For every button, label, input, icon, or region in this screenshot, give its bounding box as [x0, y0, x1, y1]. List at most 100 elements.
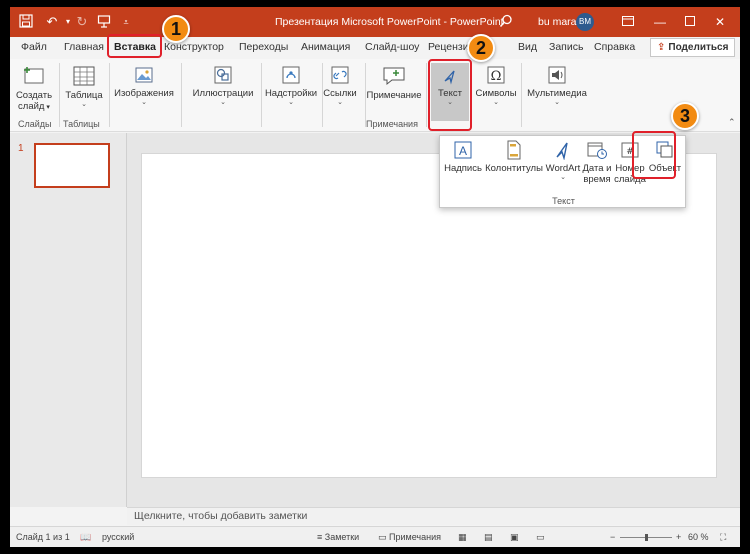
group-tables-label: Таблицы — [63, 119, 100, 129]
ribbon-options-icon[interactable] — [618, 12, 638, 32]
step-badge-1: 1 — [162, 15, 190, 43]
tab-review[interactable]: Рецензи — [428, 41, 469, 53]
zoom-slider[interactable] — [620, 534, 672, 541]
comments-toggle-button[interactable]: ▭ Примечания — [378, 532, 441, 543]
textbox-icon: A — [454, 141, 472, 159]
tab-file[interactable]: Файл — [21, 41, 47, 53]
tab-animations[interactable]: Анимация — [301, 41, 350, 53]
undo-icon[interactable]: ↶ — [44, 14, 60, 30]
svg-text:A: A — [459, 144, 467, 158]
links-button[interactable]: Ссылки ⌄ — [317, 65, 363, 107]
highlight-insert-tab — [107, 34, 162, 58]
share-button[interactable]: ⇪ Поделиться — [650, 38, 736, 57]
links-label: Ссылки — [323, 88, 357, 99]
new-slide-label-1: Создать — [15, 90, 53, 101]
illustrations-label: Иллюстрации — [192, 88, 254, 99]
header-footer-button[interactable]: Колонтитулы — [484, 140, 544, 174]
tab-help[interactable]: Справка — [594, 41, 635, 53]
images-button[interactable]: Изображения ⌄ — [112, 65, 176, 107]
tab-transitions[interactable]: Переходы — [239, 41, 288, 53]
wordart-icon — [556, 142, 568, 160]
group-comments-label: Примечания — [366, 119, 418, 129]
textbox-button[interactable]: A Надпись — [444, 140, 482, 174]
link-icon — [331, 66, 349, 84]
group-slides-label: Слайды — [18, 119, 52, 129]
present-icon[interactable] — [96, 14, 112, 30]
textbox-label: Надпись — [444, 163, 482, 174]
save-icon[interactable] — [18, 14, 34, 30]
tab-slideshow[interactable]: Слайд-шоу — [365, 41, 419, 53]
group-separator — [181, 63, 182, 127]
zoom-in-icon[interactable]: + — [676, 532, 681, 542]
tab-record[interactable]: Запись — [549, 41, 583, 53]
customize-toolbar-icon[interactable]: ⩡ — [118, 14, 134, 30]
symbols-label: Символы — [475, 88, 517, 99]
date-time-label-1: Дата и — [582, 163, 612, 174]
table-icon — [73, 66, 95, 86]
avatar[interactable]: BM — [576, 13, 594, 31]
slide-sorter-icon[interactable]: ▤ — [484, 532, 493, 543]
addins-icon — [282, 66, 300, 84]
title-bar: ↶ ▾ ↻ ⩡ Презентация Microsoft PowerPoint… — [10, 7, 740, 37]
minimize-icon[interactable]: — — [650, 12, 670, 32]
user-name[interactable]: bu mara — [538, 16, 577, 28]
slide-thumbnails-pane: 1 — [10, 133, 127, 507]
date-time-button[interactable]: Дата и время — [580, 140, 614, 185]
share-label: Поделиться — [668, 42, 729, 53]
addins-button[interactable]: Надстройки ⌄ — [262, 65, 320, 107]
omega-icon: Ω — [487, 66, 505, 84]
step-badge-2: 2 — [467, 34, 495, 62]
ribbon-collapse-icon[interactable]: ⌃ — [728, 117, 736, 128]
close-icon[interactable]: ✕ — [710, 12, 730, 32]
new-slide-button[interactable]: Создать слайд ▾ — [14, 65, 54, 113]
slide-thumbnail-number: 1 — [18, 143, 24, 154]
slideshow-view-icon[interactable]: ▭ — [536, 532, 545, 543]
language-indicator[interactable]: русский — [102, 532, 134, 542]
maximize-icon[interactable] — [680, 12, 700, 32]
group-separator — [426, 63, 427, 127]
step-badge-3: 3 — [671, 102, 699, 130]
notes-icon: ≡ — [317, 532, 323, 542]
symbols-button[interactable]: Ω Символы ⌄ — [475, 65, 517, 107]
comment-small-icon: ▭ — [378, 532, 387, 542]
normal-view-icon[interactable]: ▦ — [458, 532, 467, 543]
zoom-level[interactable]: 60 % — [688, 532, 709, 542]
table-button[interactable]: Таблица ⌄ — [62, 65, 106, 109]
images-label: Изображения — [114, 88, 174, 99]
comment-button[interactable]: Примечание — [364, 65, 424, 101]
comment-icon — [383, 67, 405, 86]
svg-text:Ω: Ω — [491, 69, 502, 84]
notes-toggle-label: Заметки — [324, 532, 360, 542]
tab-view[interactable]: Вид — [518, 41, 537, 53]
group-separator — [521, 63, 522, 127]
illustrations-button[interactable]: Иллюстрации ⌄ — [188, 65, 258, 107]
notes-placeholder: Щелкните, чтобы добавить заметки — [134, 510, 308, 522]
highlight-text-button — [428, 59, 472, 131]
status-bar: Слайд 1 из 1 📖 русский ≡ Заметки ▭ Приме… — [10, 526, 740, 547]
zoom-out-icon[interactable]: − — [610, 532, 615, 542]
notes-area[interactable]: Щелкните, чтобы добавить заметки — [127, 507, 740, 525]
highlight-object-button — [632, 131, 676, 179]
new-slide-icon — [24, 67, 44, 84]
addins-label: Надстройки — [264, 88, 318, 99]
redo-icon[interactable]: ↻ — [74, 14, 90, 30]
media-button[interactable]: Мультимедиа ⌄ — [525, 65, 589, 107]
search-icon[interactable] — [498, 14, 514, 30]
shapes-icon — [214, 66, 232, 84]
spellcheck-icon[interactable]: 📖 — [80, 532, 91, 543]
new-slide-label-2: слайд — [18, 101, 45, 112]
comment-label: Примечание — [366, 90, 422, 101]
reading-view-icon[interactable]: ▣ — [510, 532, 519, 543]
zoom-slider-thumb[interactable] — [645, 534, 648, 541]
share-icon: ⇪ — [657, 42, 666, 53]
fit-to-window-icon[interactable]: ⛶ — [720, 532, 726, 543]
wordart-label: WordArt — [545, 163, 581, 174]
notes-toggle-button[interactable]: ≡ Заметки — [317, 532, 359, 542]
powerpoint-window: ↶ ▾ ↻ ⩡ Презентация Microsoft PowerPoint… — [10, 7, 740, 547]
header-footer-icon — [507, 140, 521, 160]
wordart-button[interactable]: WordArt ⌄ — [544, 140, 582, 182]
group-separator — [109, 63, 110, 127]
dropdown-group-label: Текст — [552, 196, 575, 206]
tab-home[interactable]: Главная — [64, 41, 104, 53]
slide-thumbnail[interactable] — [34, 143, 110, 188]
